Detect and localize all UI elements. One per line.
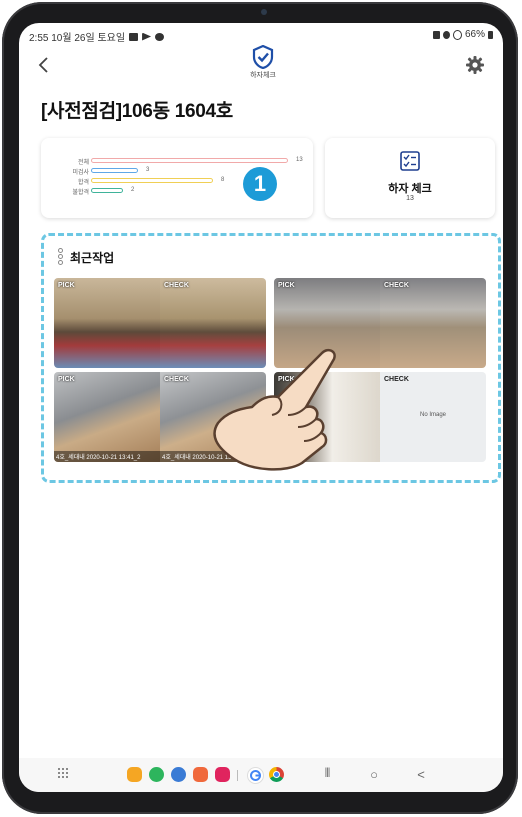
play-icon (142, 32, 152, 41)
notification-icon (129, 32, 139, 41)
photo-caption: 4호_세대내 2020-10-21 13:41_2 (54, 451, 160, 462)
pick-photo: PICK (54, 278, 160, 368)
stat-label: 불합격 (72, 190, 89, 196)
recents-button[interactable]: ||| (317, 767, 337, 783)
check-photo: CHECK (380, 278, 486, 368)
back-button[interactable] (37, 55, 59, 77)
recent-work-header: 최근작업 (58, 248, 114, 266)
chevron-left-icon (38, 57, 48, 73)
checklist-icon (400, 151, 420, 171)
grid-dots-icon (58, 768, 68, 778)
pick-photo: PICK 4호_세대내 2020-10-21 13:41_2 (54, 372, 160, 462)
step-badge: 1 (243, 167, 277, 201)
shield-check-icon (252, 45, 274, 69)
stat-label: 미검사 (72, 170, 89, 176)
stat-bar (91, 168, 138, 173)
folder-app-icon[interactable] (127, 767, 142, 782)
contacts-app-icon[interactable] (193, 767, 208, 782)
system-nav-bar: ||| ○ < (19, 758, 503, 792)
stat-label: 전체 (77, 160, 89, 166)
stat-label: 합격 (77, 180, 89, 186)
stat-row: 전체 13 (41, 156, 313, 166)
settings-button[interactable] (465, 55, 485, 75)
stat-value: 8 (221, 177, 225, 183)
wifi-icon (442, 30, 450, 39)
check-photo: CHECK No Image (380, 372, 486, 462)
app-bar: 하자체크 (19, 45, 503, 91)
app-logo: 하자체크 (249, 45, 277, 80)
defect-check-card[interactable]: 하자 체크 13 (325, 138, 495, 218)
page-title: [사전점검]106동 1604호 (41, 101, 233, 122)
logo-text: 하자체크 (250, 72, 276, 79)
photo-tag: PICK (58, 376, 75, 383)
google-g-icon (250, 770, 261, 781)
status-time-date: 2:55 10월 26일 토요일 (29, 33, 126, 44)
status-bar: 2:55 10월 26일 토요일 66% (19, 23, 503, 45)
gear-icon (466, 56, 484, 74)
pointing-hand-icon (213, 348, 336, 471)
front-camera (261, 9, 267, 15)
screen-recorder-app-icon[interactable] (215, 767, 230, 782)
nav-back-button[interactable]: < (411, 767, 431, 783)
photo-tag: PICK (58, 282, 75, 289)
stat-value: 13 (296, 157, 303, 163)
stat-bar (91, 158, 288, 163)
photo-tag: PICK (278, 282, 295, 289)
app-drawer-button[interactable] (57, 767, 69, 783)
mute-icon (432, 30, 440, 39)
stat-value: 3 (146, 167, 150, 173)
chrome-app-icon[interactable] (269, 767, 284, 782)
battery-icon (488, 30, 493, 39)
phone-app-icon[interactable] (149, 767, 164, 782)
stat-bar (91, 178, 213, 183)
google-app-icon[interactable] (247, 767, 264, 784)
no-image-text: No Image (419, 412, 446, 418)
photo-tag: CHECK (164, 376, 189, 383)
tablet-frame: 2:55 10월 26일 토요일 66% 하자체크 [사전점검]106동 160… (2, 2, 518, 814)
photo-tag: CHECK (384, 376, 409, 383)
stat-value: 2 (131, 187, 135, 193)
recent-work-title: 최근작업 (70, 250, 115, 265)
nav-divider (237, 770, 238, 781)
chrome-center-icon (273, 771, 280, 778)
account-icon (155, 32, 165, 41)
defect-check-count: 13 (406, 195, 414, 202)
photo-tag: CHECK (384, 282, 409, 289)
dnd-icon (452, 29, 462, 40)
battery-text: 66% (464, 29, 485, 40)
menu-dots-icon (58, 248, 63, 266)
defect-check-title: 하자 체크 (388, 183, 432, 195)
photo-tag: CHECK (164, 282, 189, 289)
stat-bar (91, 188, 123, 193)
home-button[interactable]: ○ (364, 767, 384, 783)
messages-app-icon[interactable] (171, 767, 186, 782)
screen: 2:55 10월 26일 토요일 66% 하자체크 [사전점검]106동 160… (19, 23, 503, 792)
